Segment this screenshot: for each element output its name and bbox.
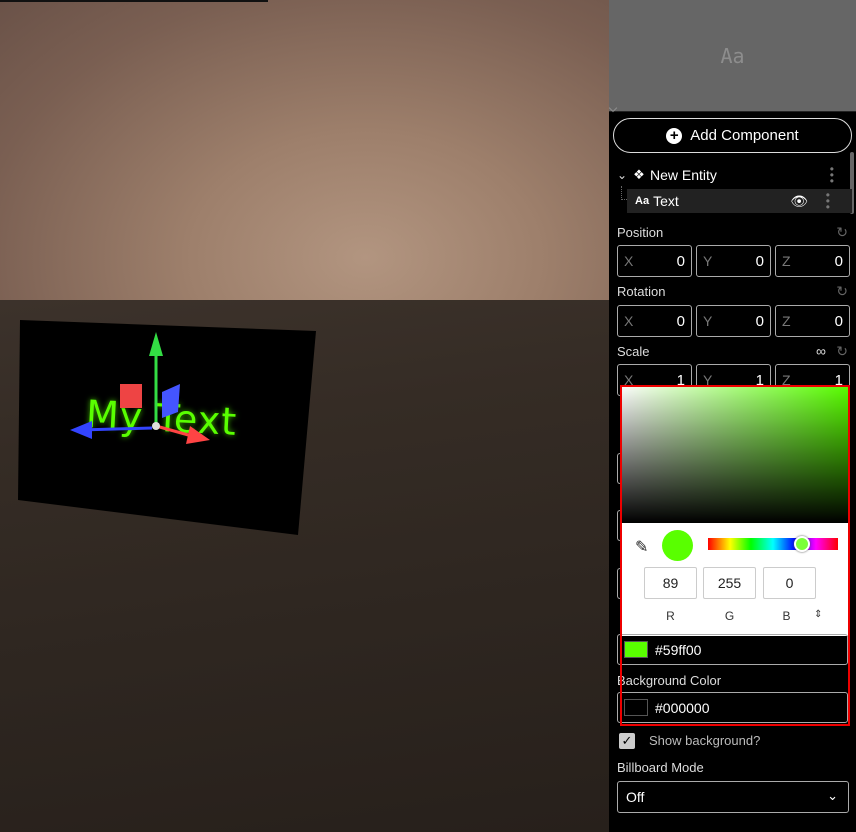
add-component-label: Add Component <box>690 127 799 144</box>
rotation-fields: X0 Y0 Z0 <box>617 305 850 337</box>
viewport-top-bar <box>0 0 268 2</box>
gizmo-plane-xy <box>120 384 142 408</box>
text-component-icon: Aa <box>635 195 650 207</box>
gizmo-center <box>152 422 160 430</box>
eye-icon[interactable]: 👁 <box>790 193 808 210</box>
transform-gizmo[interactable] <box>60 320 230 460</box>
scale-label: Scale <box>617 344 650 359</box>
billboard-mode-select[interactable]: Off ⌄ <box>617 781 849 813</box>
position-x-field[interactable]: X0 <box>617 245 692 277</box>
rotation-x-field[interactable]: X0 <box>617 305 692 337</box>
background-color-value: #000000 <box>655 699 710 716</box>
scale-reset-icon[interactable]: ↻ <box>836 343 848 360</box>
format-toggle-icon[interactable]: ⇕ <box>814 609 822 620</box>
show-background-checkbox[interactable]: ✓ <box>619 733 635 749</box>
entity-label: New Entity <box>650 167 717 183</box>
entity-icon: ❖ <box>633 167 645 182</box>
eyedropper-icon[interactable]: ✎ <box>635 537 648 557</box>
chevron-down-icon: ⌄ <box>827 788 838 803</box>
gizmo-z-arrow-icon <box>70 421 92 439</box>
gizmo-plane-yz <box>162 384 180 418</box>
rotation-y-field[interactable]: Y0 <box>696 305 771 337</box>
background-color-field[interactable]: #000000 <box>617 692 848 723</box>
gizmo-x-axis <box>155 424 193 438</box>
billboard-mode-value: Off <box>626 789 645 805</box>
plus-icon: + <box>666 127 683 144</box>
green-input[interactable]: 255 <box>703 567 756 599</box>
background-color-label: Background Color <box>617 673 722 688</box>
show-background-label: Show background? <box>649 733 761 748</box>
text-preview-icon: Aa <box>720 43 745 68</box>
text-more-icon[interactable]: • • • <box>826 189 830 213</box>
gizmo-y-arrow-icon <box>149 332 163 356</box>
red-input[interactable]: 89 <box>644 567 697 599</box>
text-color-field[interactable]: #59ff00 <box>617 634 848 665</box>
billboard-mode-label: Billboard Mode <box>617 760 704 775</box>
hue-slider[interactable] <box>708 538 838 550</box>
text-color-value: #59ff00 <box>655 641 702 658</box>
position-reset-icon[interactable]: ↻ <box>836 224 848 241</box>
color-picker-popup: ✎ 89 255 0 R G B ⇕ <box>622 385 848 636</box>
component-preview: Aa <box>608 0 856 113</box>
text-component-label: Text <box>653 193 679 209</box>
scene-wall <box>0 0 609 322</box>
blue-input[interactable]: 0 <box>763 567 816 599</box>
blue-label: B <box>782 609 791 623</box>
chevron-down-icon[interactable]: ⌄ <box>613 168 631 182</box>
link-icon[interactable]: ∞ <box>816 343 826 359</box>
background-color-swatch[interactable] <box>624 699 648 716</box>
entity-more-icon[interactable]: • • • <box>830 163 834 187</box>
position-label: Position <box>617 225 664 240</box>
scene-viewport[interactable]: My Text <box>0 0 609 832</box>
red-label: R <box>666 609 675 623</box>
add-component-button[interactable]: + Add Component <box>613 118 852 153</box>
gizmo-x-arrow-icon <box>186 426 210 444</box>
rotation-reset-icon[interactable]: ↻ <box>836 283 848 300</box>
position-fields: X0 Y0 Z0 <box>617 245 850 277</box>
tree-item-text[interactable]: Aa Text 👁 • • • <box>627 189 852 213</box>
saturation-area[interactable] <box>622 385 848 523</box>
green-label: G <box>724 609 735 623</box>
text-color-swatch[interactable] <box>624 641 648 658</box>
rotation-label: Rotation <box>617 284 666 299</box>
current-color-swatch <box>662 530 693 561</box>
hue-slider-handle[interactable] <box>794 536 810 552</box>
rotation-z-field[interactable]: Z0 <box>775 305 850 337</box>
position-z-field[interactable]: Z0 <box>775 245 850 277</box>
tree-item-new-entity[interactable]: ⌄ ❖ New Entity • • • <box>609 163 856 187</box>
resize-handle-icon[interactable] <box>608 103 618 113</box>
position-y-field[interactable]: Y0 <box>696 245 771 277</box>
